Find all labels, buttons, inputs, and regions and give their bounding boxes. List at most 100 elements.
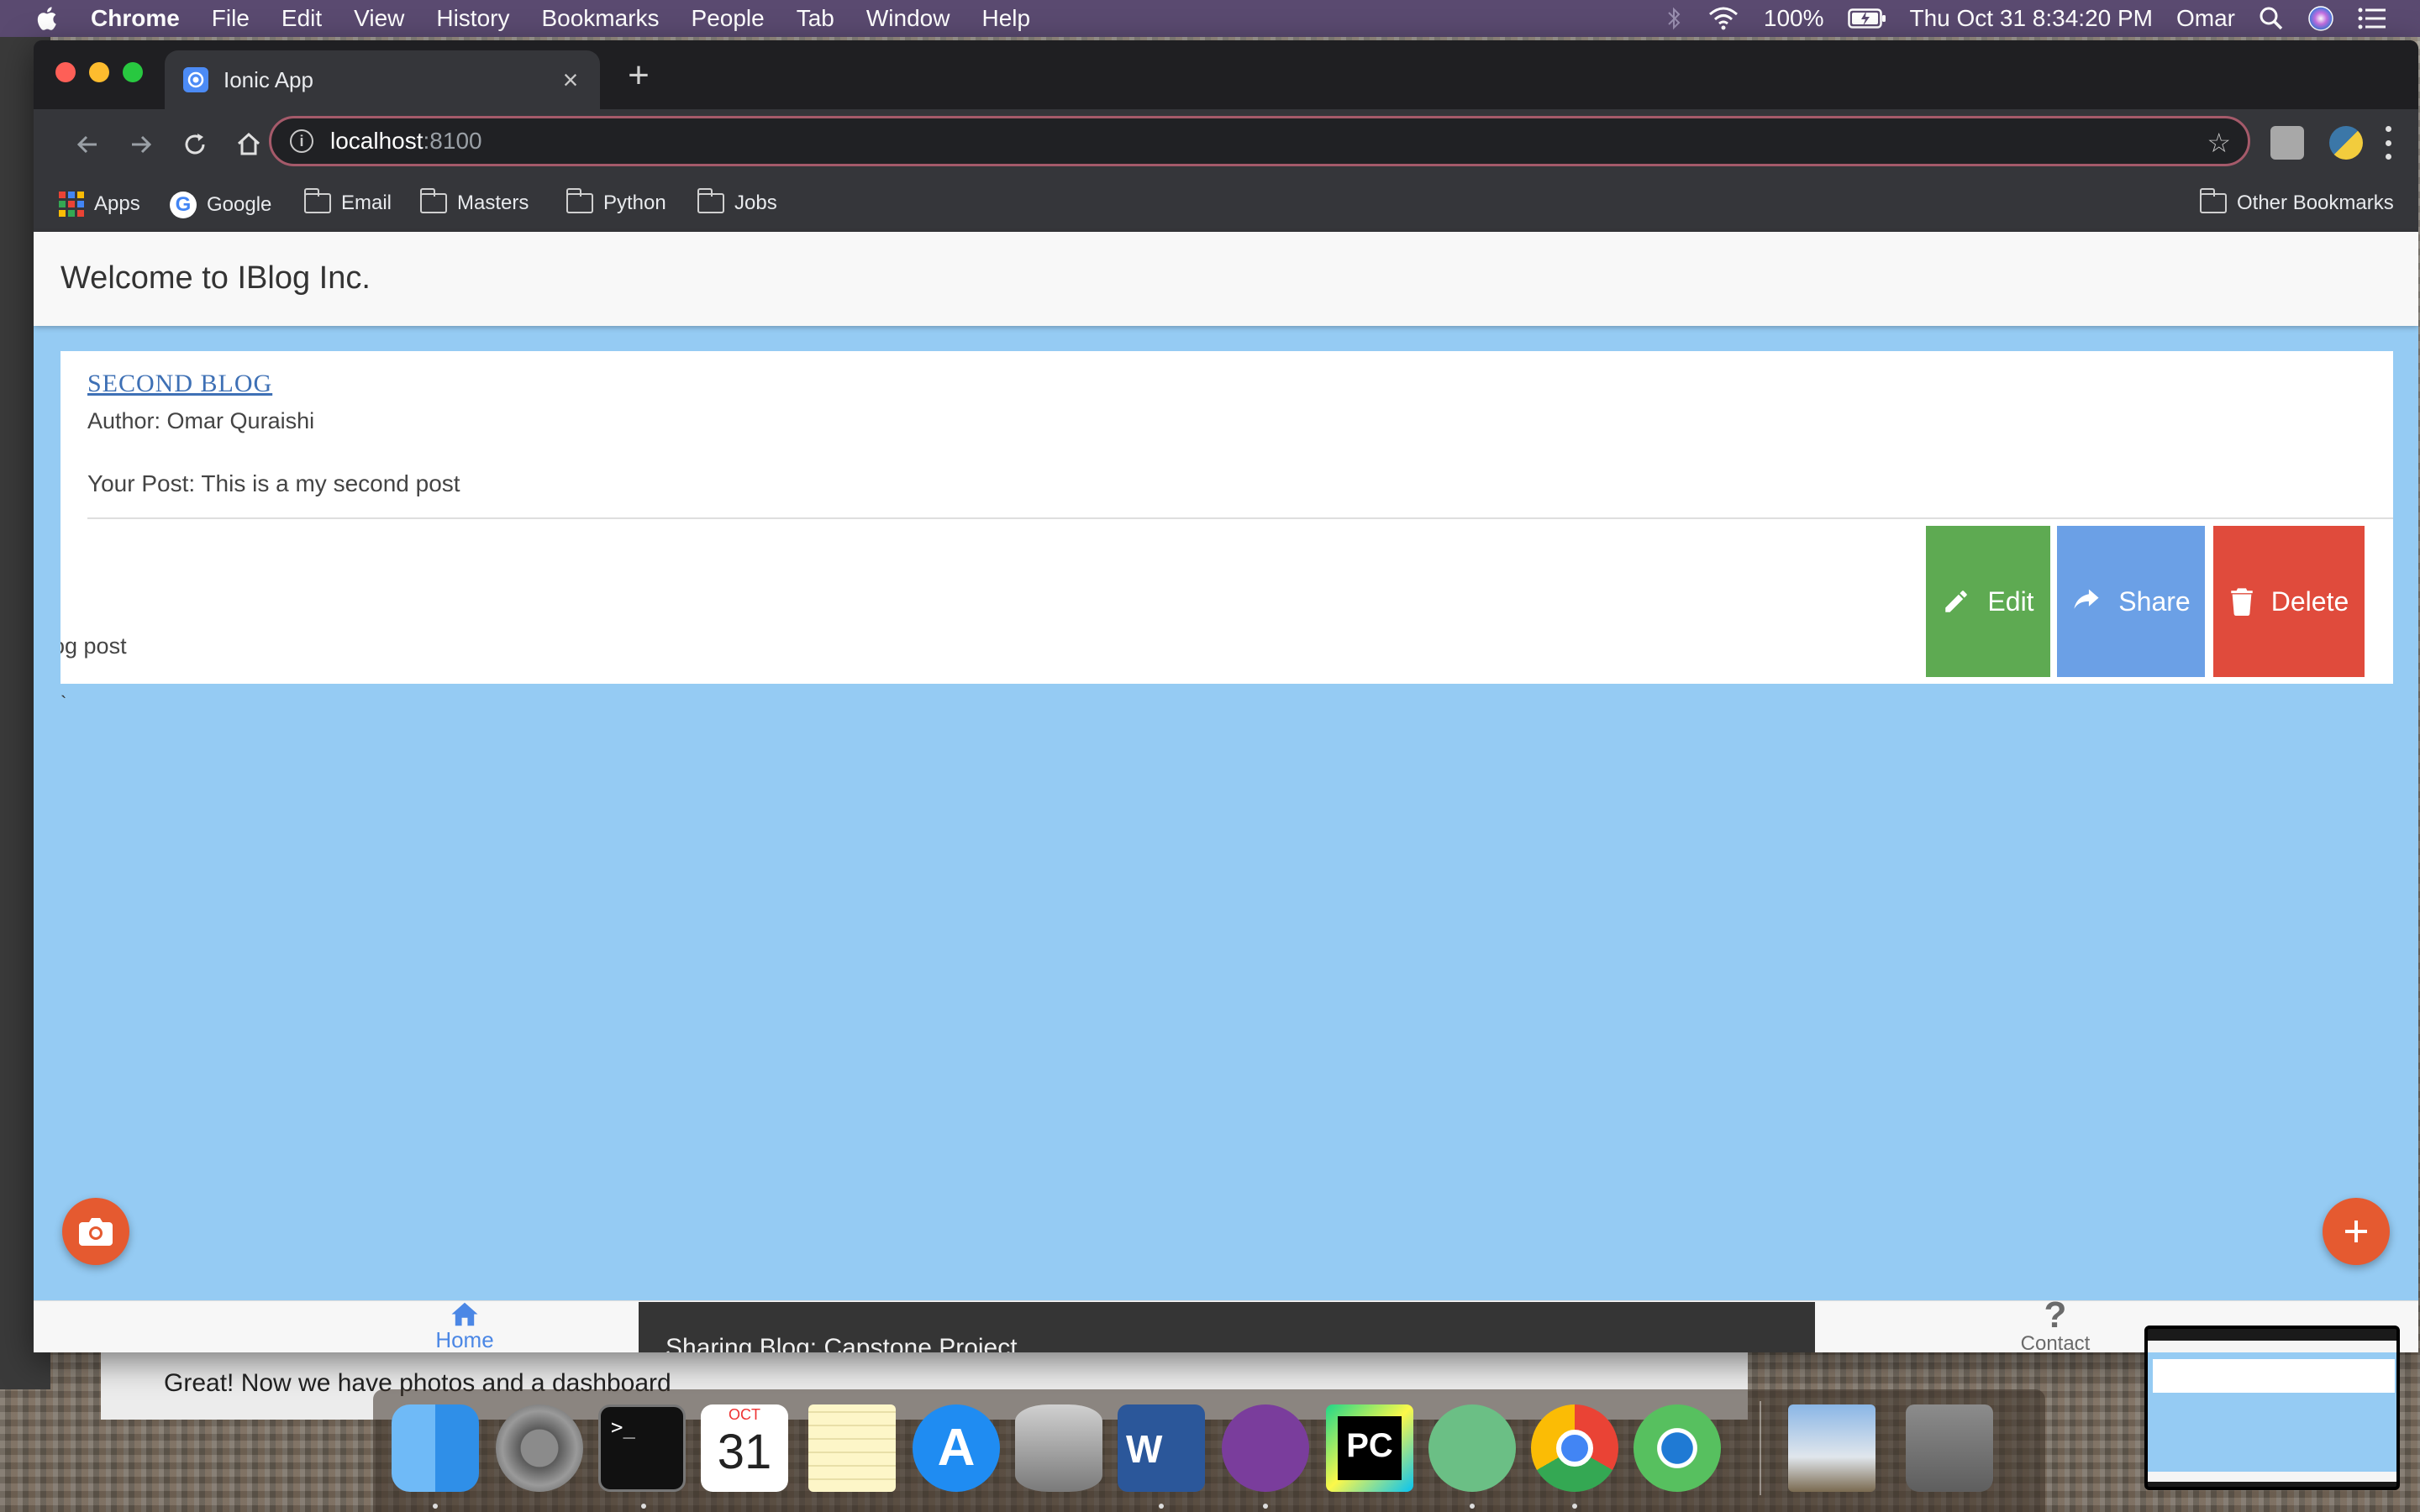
url-port: :8100	[423, 128, 482, 154]
menu-app-name[interactable]: Chrome	[91, 5, 180, 32]
bookmark-folder-jobs[interactable]: Jobs	[697, 188, 777, 215]
add-fab-button[interactable]	[2323, 1198, 2390, 1265]
chrome-window: Ionic App × + i localhost:8100 ☆ Apps G…	[34, 40, 2418, 1352]
bookmark-folder-other[interactable]: Other Bookmarks	[2199, 188, 2394, 215]
bookmark-folder-python[interactable]: Python	[566, 188, 666, 215]
notes-icon[interactable]	[808, 1404, 896, 1492]
blog-title-link[interactable]: SECOND BLOG	[87, 370, 272, 398]
chrome-menu-icon[interactable]	[2383, 126, 2393, 160]
running-indicator	[1470, 1504, 1475, 1509]
folder-icon	[2199, 188, 2227, 213]
menu-window[interactable]: Window	[866, 5, 950, 32]
spotlight-search-icon[interactable]	[2259, 6, 2284, 31]
browser-tab-ionic-app[interactable]: Ionic App ×	[165, 50, 600, 109]
blog-card: SECOND BLOG Author: Omar Quraishi Your P…	[60, 351, 2393, 684]
question-mark-icon: ?	[2044, 1294, 2067, 1336]
bookmark-folder-email[interactable]: Email	[303, 188, 392, 215]
running-indicator	[1159, 1504, 1164, 1509]
bookmark-label: Jobs	[734, 192, 777, 214]
folder-icon	[303, 188, 331, 213]
folder-icon	[566, 188, 593, 213]
bookmark-apps[interactable]: Apps	[59, 192, 140, 217]
bookmark-google[interactable]: G Google	[170, 192, 271, 218]
notification-center-icon[interactable]	[2358, 7, 2386, 30]
menu-people[interactable]: People	[692, 5, 765, 32]
tab-strip: Ionic App × +	[34, 40, 2418, 109]
apple-icon[interactable]	[34, 4, 62, 33]
thumbnail-tabbar	[2148, 1472, 2396, 1482]
edit-button[interactable]: Edit	[1926, 526, 2050, 677]
tab-contact[interactable]: ? Contact	[1971, 1294, 2139, 1353]
bookmark-star-icon[interactable]: ☆	[2207, 127, 2231, 159]
trash-icon[interactable]	[1906, 1404, 1993, 1492]
browser-toolbar: i localhost:8100 ☆	[34, 109, 2418, 180]
extension-icon[interactable]	[2270, 126, 2304, 160]
menu-history[interactable]: History	[436, 5, 509, 32]
github-desktop-icon[interactable]	[1222, 1404, 1309, 1492]
menu-help[interactable]: Help	[981, 5, 1030, 32]
find-my-icon[interactable]	[1634, 1404, 1721, 1492]
forward-arrow-icon[interactable]	[123, 126, 160, 163]
clock[interactable]: Thu Oct 31 8:34:20 PM	[1910, 5, 2154, 32]
app-header: Welcome to IBlog Inc.	[34, 232, 2418, 326]
bookmark-label: Email	[341, 192, 392, 214]
window-minimize-button[interactable]	[89, 62, 109, 82]
home-icon[interactable]	[230, 126, 267, 163]
menu-tab[interactable]: Tab	[797, 5, 834, 32]
menu-file[interactable]: File	[212, 5, 250, 32]
share-button[interactable]: Share	[2057, 526, 2205, 677]
tab-home[interactable]: Home	[381, 1301, 549, 1352]
page-title: Welcome to IBlog Inc.	[60, 260, 371, 296]
camera-fab-button[interactable]	[62, 1198, 129, 1265]
finder-icon[interactable]	[392, 1404, 479, 1492]
google-icon: G	[170, 192, 197, 218]
delete-button[interactable]: Delete	[2213, 526, 2365, 677]
back-arrow-icon[interactable]	[69, 126, 106, 163]
stray-character: `	[60, 692, 67, 713]
thumbnail-header	[2148, 1341, 2396, 1352]
menu-view[interactable]: View	[354, 5, 404, 32]
battery-icon[interactable]	[1847, 8, 1886, 29]
menu-edit[interactable]: Edit	[281, 5, 322, 32]
siri-icon[interactable]	[2307, 5, 2334, 32]
window-close-button[interactable]	[55, 62, 76, 82]
database-icon[interactable]	[1015, 1404, 1102, 1492]
home-tab-icon	[451, 1302, 478, 1326]
wifi-icon[interactable]	[1707, 6, 1740, 31]
bookmark-folder-masters[interactable]: Masters	[419, 188, 529, 215]
edit-label: Edit	[1987, 585, 2034, 617]
atom-editor-icon[interactable]	[1428, 1404, 1516, 1492]
bookmark-label: Python	[603, 192, 666, 214]
tab-close-icon[interactable]: ×	[556, 66, 585, 94]
dock-separator	[1760, 1401, 1761, 1495]
preview-icon[interactable]	[1788, 1404, 1876, 1492]
window-zoom-button[interactable]	[123, 62, 143, 82]
new-tab-button[interactable]: +	[622, 57, 655, 94]
pycharm-icon[interactable]: PC	[1326, 1404, 1413, 1492]
app-store-icon[interactable]: A	[913, 1404, 1000, 1492]
calendar-icon[interactable]: OCT 31	[701, 1404, 788, 1492]
macos-menu-bar: Chrome File Edit View History Bookmarks …	[0, 0, 2420, 37]
user-name[interactable]: Omar	[2176, 5, 2235, 32]
google-chrome-icon[interactable]	[1531, 1404, 1618, 1492]
folder-icon	[697, 188, 724, 213]
bluetooth-icon[interactable]	[1666, 6, 1683, 31]
system-preferences-icon[interactable]	[496, 1404, 583, 1492]
python-extension-icon[interactable]	[2329, 126, 2363, 160]
bookmarks-bar: Apps G Google Email Masters Python Jobs …	[34, 180, 2418, 232]
trash-icon	[2231, 588, 2253, 616]
toast-message: Sharing Blog: Capstone Project	[639, 1302, 1815, 1352]
screenshot-thumbnail-preview[interactable]	[2144, 1326, 2400, 1490]
bookmark-label: Masters	[457, 192, 529, 214]
menu-bookmarks[interactable]: Bookmarks	[541, 5, 659, 32]
running-indicator	[641, 1504, 646, 1509]
microsoft-word-icon[interactable]: W	[1118, 1404, 1205, 1492]
terminal-icon[interactable]: >_	[598, 1404, 686, 1492]
sliding-item-partial-text[interactable]: og post	[60, 633, 127, 659]
ionic-favicon-icon	[183, 67, 208, 92]
url-host: localhost	[330, 128, 424, 154]
site-info-icon[interactable]: i	[290, 129, 313, 153]
reload-icon[interactable]	[176, 126, 213, 163]
running-indicator	[433, 1504, 438, 1509]
address-bar[interactable]: i localhost:8100 ☆	[269, 116, 2250, 166]
